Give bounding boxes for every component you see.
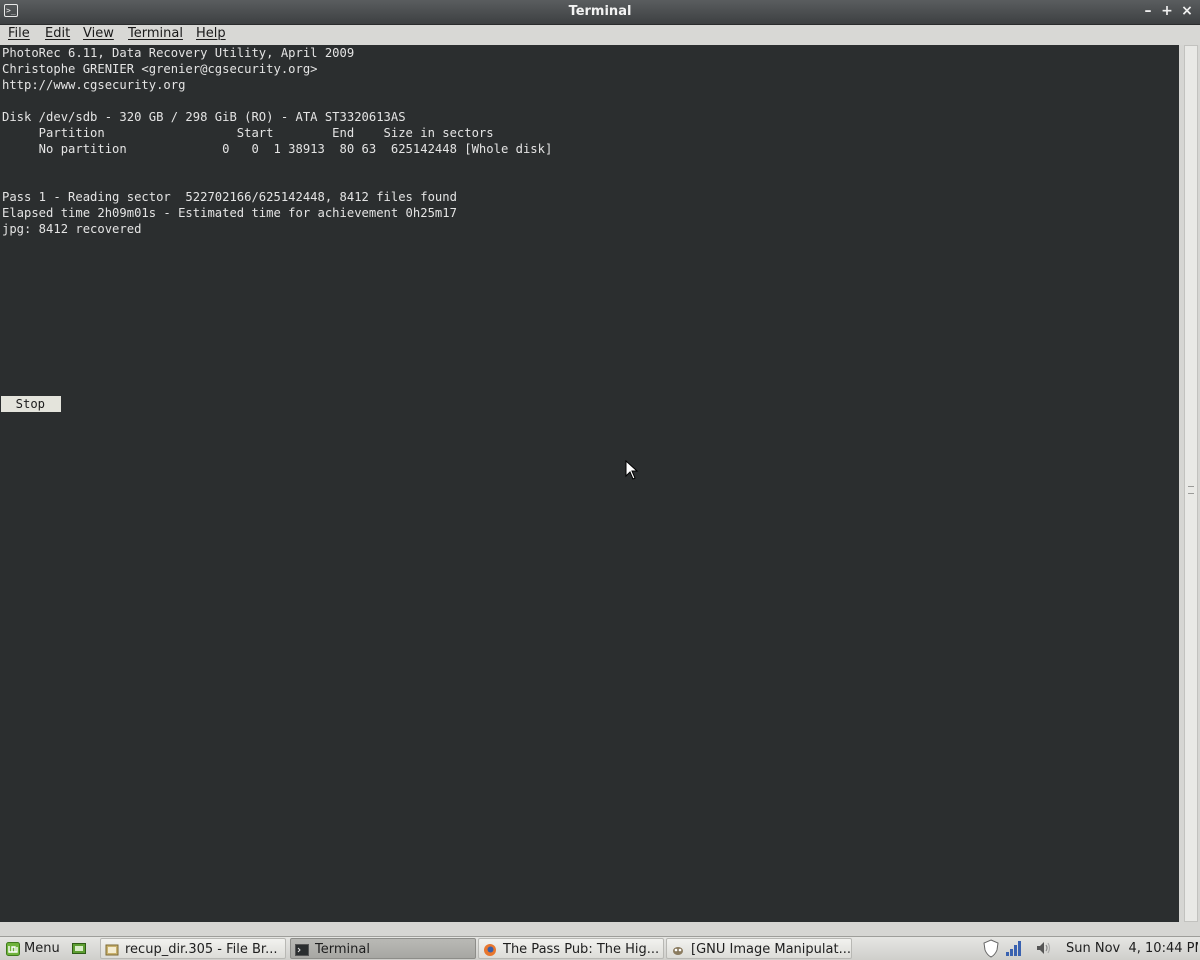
menu-edit[interactable]: Edit <box>45 25 70 43</box>
task-firefox[interactable]: The Pass Pub: The Hig... <box>478 938 664 959</box>
update-shield-button[interactable] <box>982 938 1002 959</box>
maximize-icon[interactable]: + <box>1158 2 1176 20</box>
grip-icon <box>1188 486 1194 494</box>
menu-terminal[interactable]: Terminal <box>128 25 183 43</box>
task-file-browser[interactable]: recup_dir.305 - File Br... <box>100 938 286 959</box>
task-label: The Pass Pub: The Hig... <box>503 942 660 957</box>
terminal-line: PhotoRec 6.11, Data Recovery Utility, Ap… <box>2 46 355 60</box>
terminal-window: >_ Terminal – + × File Edit View Termina… <box>0 0 1200 936</box>
window-title: Terminal <box>568 4 632 19</box>
taskbar: Menu recup_dir.305 - File Br... Terminal… <box>0 936 1200 960</box>
firefox-icon <box>484 943 496 956</box>
clock-text: Sun Nov 4, 10:44 PM <box>1066 941 1198 956</box>
terminal-line: Partition Start End Size in sectors <box>2 126 494 140</box>
terminal-line: Pass 1 - Reading sector 522702166/625142… <box>2 190 457 204</box>
stop-button[interactable]: Stop <box>1 396 61 412</box>
window-bottom-edge <box>0 922 1200 936</box>
file-browser-icon <box>105 944 119 955</box>
terminal-line: No partition 0 0 1 38913 80 63 625142448… <box>2 142 553 156</box>
terminal-line: jpg: 8412 recovered <box>2 222 142 236</box>
terminal-output[interactable]: PhotoRec 6.11, Data Recovery Utility, Ap… <box>0 45 1179 922</box>
terminal-icon <box>295 943 309 956</box>
task-gimp[interactable]: [GNU Image Manipulat... <box>666 938 852 959</box>
mint-logo-icon <box>6 941 20 956</box>
network-button[interactable] <box>1004 938 1026 959</box>
task-terminal[interactable]: Terminal <box>290 938 476 959</box>
minimize-icon[interactable]: – <box>1139 2 1157 20</box>
terminal-line: Disk /dev/sdb - 320 GB / 298 GiB (RO) - … <box>2 110 406 124</box>
close-icon[interactable]: × <box>1178 2 1196 20</box>
task-label: recup_dir.305 - File Br... <box>125 942 278 957</box>
speaker-icon <box>1037 942 1051 954</box>
task-label: Terminal <box>315 942 370 957</box>
task-label: [GNU Image Manipulat... <box>691 942 851 957</box>
menu-help[interactable]: Help <box>196 25 226 43</box>
start-menu-button[interactable]: Menu <box>2 938 68 959</box>
shield-icon <box>983 939 999 958</box>
mouse-pointer-icon <box>625 460 639 480</box>
start-menu-label: Menu <box>24 941 60 956</box>
volume-button[interactable] <box>1034 938 1056 959</box>
title-bar[interactable]: >_ Terminal – + × <box>0 0 1200 25</box>
show-desktop-button[interactable] <box>70 938 94 959</box>
menu-file[interactable]: File <box>8 25 30 43</box>
terminal-line: Christophe GRENIER <grenier@cgsecurity.o… <box>2 62 318 76</box>
terminal-line: http://www.cgsecurity.org <box>2 78 186 92</box>
vertical-scrollbar[interactable] <box>1179 45 1200 922</box>
terminal-line: Elapsed time 2h09m01s - Estimated time f… <box>2 206 457 220</box>
scrollbar-thumb[interactable] <box>1184 45 1198 922</box>
clock[interactable]: Sun Nov 4, 10:44 PM <box>1066 938 1198 959</box>
menu-bar: File Edit View Terminal Help <box>0 25 1200 45</box>
menu-view[interactable]: View <box>83 25 114 43</box>
desktop-icon <box>72 942 86 954</box>
gimp-icon <box>673 946 683 955</box>
signal-bars-icon <box>1006 941 1021 956</box>
